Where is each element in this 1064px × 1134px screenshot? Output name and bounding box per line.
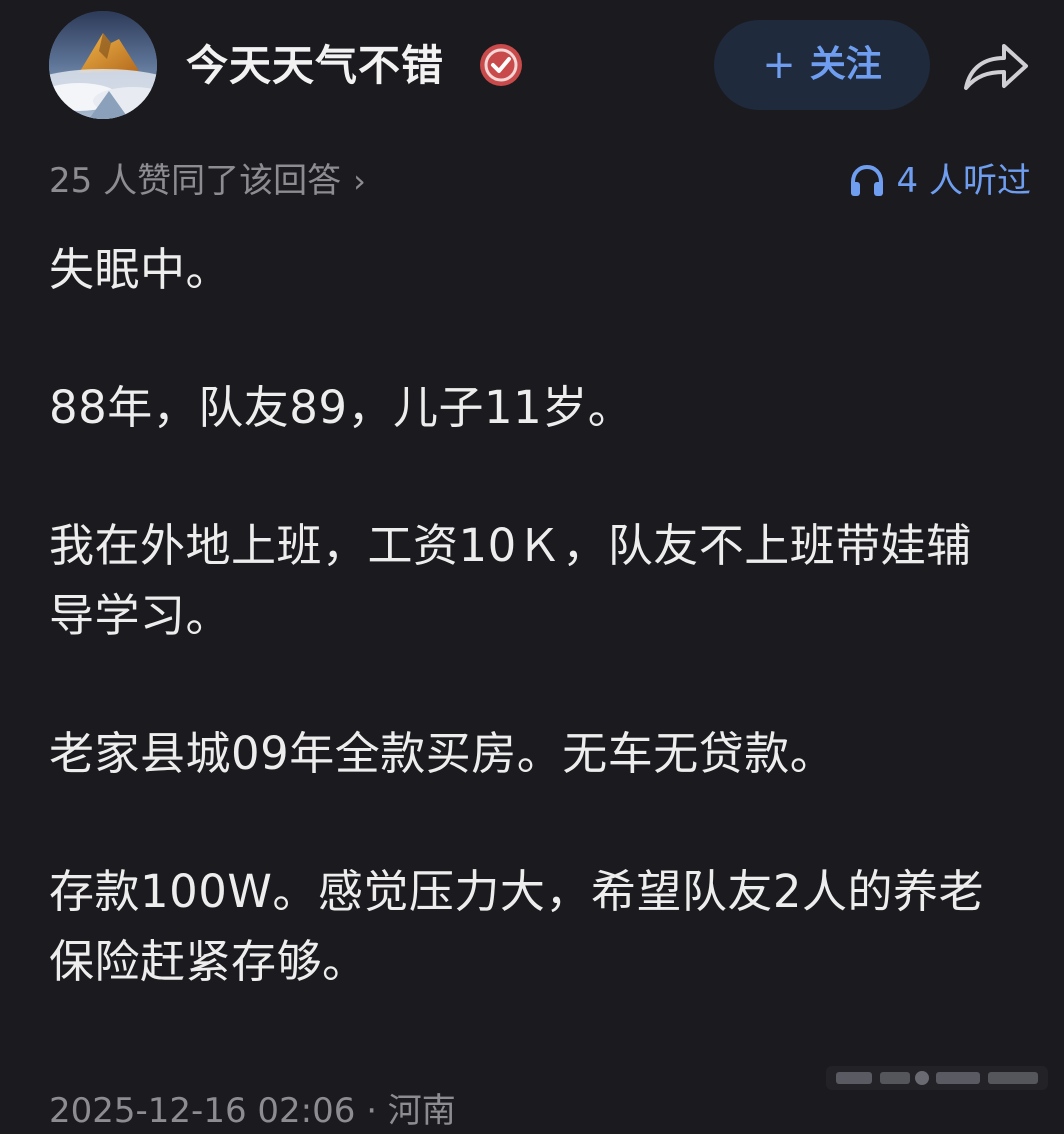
answer-paragraph: 88年，队友89，儿子11岁。 — [49, 381, 634, 434]
watermark-image — [826, 1058, 1048, 1098]
share-icon[interactable] — [960, 38, 1032, 94]
verified-badge-icon — [478, 42, 524, 88]
post-timestamp-location: 2025-12-16 02:06 · 河南 — [49, 1091, 456, 1131]
listen-count[interactable]: 4 人听过 — [849, 155, 1031, 207]
follow-label: 关注 — [809, 44, 882, 85]
upvote-count-text: 25 人赞同了该回答 — [49, 161, 342, 201]
avatar[interactable] — [49, 11, 157, 119]
answer-header: 今天天气不错 + 关注 — [0, 0, 1064, 135]
listen-count-text: 4 人听过 — [896, 161, 1031, 201]
answer-paragraph: 失眠中。 — [49, 243, 232, 296]
answer-paragraph: 我在外地上班，工资10Ｋ，队友不上班带娃辅导学习。 — [49, 519, 972, 642]
headphones-icon — [850, 164, 883, 196]
upvote-count-link[interactable]: 25 人赞同了该回答 › — [49, 155, 366, 207]
answer-paragraph: 老家县城09年全款买房。无车无贷款。 — [49, 727, 836, 780]
answer-paragraph: 存款100W。感觉压力大，希望队友2人的养老保险赶紧存够。 — [49, 865, 985, 988]
chevron-right-icon: › — [353, 162, 366, 200]
username[interactable]: 今天天气不错 — [186, 38, 444, 94]
answer-content: 失眠中。 88年，队友89，儿子11岁。 我在外地上班，工资10Ｋ，队友不上班带… — [49, 235, 1009, 1065]
plus-icon: + — [762, 42, 796, 88]
meta-row: 25 人赞同了该回答 › 4 人听过 — [0, 155, 1064, 211]
follow-button[interactable]: + 关注 — [714, 20, 930, 110]
